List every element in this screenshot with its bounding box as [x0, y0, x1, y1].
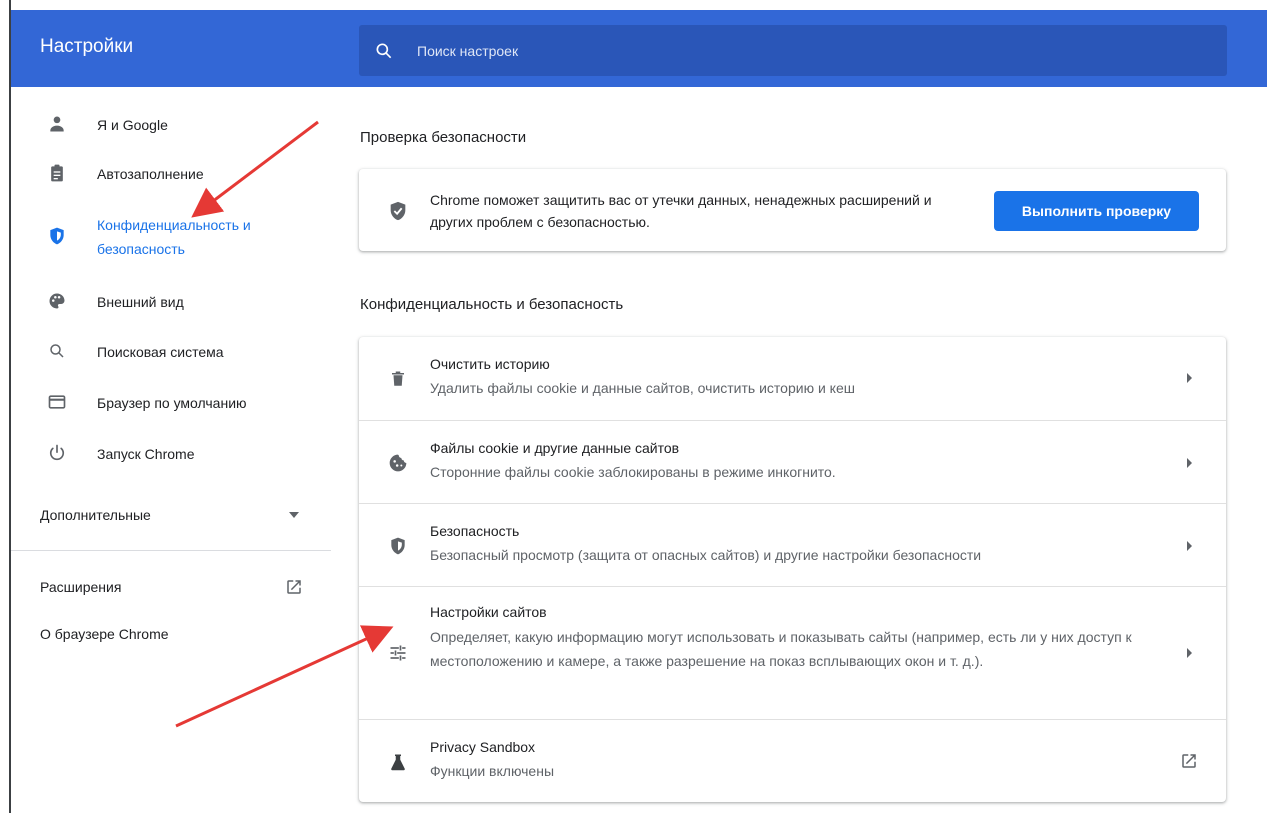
row-subtitle: Удалить файлы cookie и данные сайтов, оч…: [430, 380, 855, 396]
sidebar-item-appearance[interactable]: Внешний вид: [11, 290, 331, 320]
row-title: Файлы cookie и другие данные сайтов: [430, 440, 680, 456]
row-subtitle: Сторонние файлы cookie заблокированы в р…: [430, 464, 836, 480]
privacy-settings-list: Очистить историю Удалить файлы cookie и …: [359, 337, 1226, 802]
privacy-sandbox-row[interactable]: Privacy Sandbox Функции включены: [359, 719, 1226, 802]
sidebar-item-default-browser[interactable]: Браузер по умолчанию: [11, 391, 331, 421]
shield-icon: [46, 225, 68, 247]
chevron-right-icon: [1187, 541, 1192, 551]
run-safety-check-button[interactable]: Выполнить проверку: [994, 191, 1199, 231]
sidebar-item-search-engine[interactable]: Поисковая система: [11, 340, 331, 370]
row-title: Privacy Sandbox: [430, 739, 536, 755]
clear-browsing-data-row[interactable]: Очистить историю Удалить файлы cookie и …: [359, 337, 1226, 420]
chevron-right-icon: [1187, 458, 1192, 468]
search-icon: [46, 340, 68, 362]
open-in-new-icon: [287, 580, 301, 594]
clipboard-icon: [46, 162, 68, 184]
safety-check-title: Проверка безопасности: [360, 129, 527, 146]
settings-header: Настройки Поиск настроек: [11, 10, 1267, 87]
open-in-new-icon: [1182, 754, 1196, 768]
advanced-label: Дополнительные: [40, 507, 151, 523]
power-icon: [46, 442, 68, 464]
palette-icon: [46, 290, 68, 312]
sidebar-item-advanced[interactable]: Дополнительные: [11, 503, 331, 533]
row-subtitle: Определяет, какую информацию могут испол…: [430, 629, 1132, 669]
sidebar-item-about-chrome[interactable]: О браузере Chrome: [40, 626, 169, 642]
sidebar-item-you-and-google[interactable]: Я и Google: [11, 113, 331, 143]
sidebar-item-label: Поисковая система: [97, 344, 224, 360]
sidebar-item-autofill[interactable]: Автозаполнение: [11, 162, 331, 192]
row-subtitle: Функции включены: [430, 763, 555, 779]
chevron-right-icon: [1187, 373, 1192, 383]
search-icon: [376, 43, 392, 59]
person-icon: [46, 113, 68, 135]
sidebar-item-on-startup[interactable]: Запуск Chrome: [11, 442, 331, 472]
sidebar-item-label: Автозаполнение: [97, 166, 204, 182]
row-title: Безопасность: [430, 523, 520, 539]
sidebar: Я и Google Автозаполнение Конфиденциальн…: [11, 87, 331, 813]
sidebar-item-label: Браузер по умолчанию: [97, 395, 247, 411]
sidebar-divider: [11, 550, 331, 551]
shield-check-icon: [390, 201, 406, 221]
privacy-section-title: Конфиденциальность и безопасность: [360, 296, 624, 313]
extensions-label: Расширения: [40, 579, 122, 595]
flask-icon: [387, 751, 409, 773]
cookies-row[interactable]: Файлы cookie и другие данные сайтов Стор…: [359, 420, 1226, 503]
sidebar-item-privacy[interactable]: Конфиденциальность и безопасность: [11, 213, 331, 263]
row-subtitle: Безопасный просмотр (защита от опасных с…: [430, 547, 982, 563]
browser-icon: [46, 391, 68, 413]
chevron-down-icon: [289, 512, 299, 518]
safety-check-card: Chrome поможет защитить вас от утечки да…: [359, 169, 1226, 251]
trash-icon: [387, 368, 409, 390]
chevron-right-icon: [1187, 648, 1192, 658]
safety-check-description: Chrome поможет защитить вас от утечки да…: [430, 192, 932, 230]
sidebar-item-label: Конфиденциальность и безопасность: [97, 217, 251, 257]
page-title: Настройки: [40, 36, 134, 57]
sidebar-item-label: Внешний вид: [97, 294, 184, 310]
search-input[interactable]: Поиск настроек: [359, 25, 1227, 76]
tune-icon: [387, 642, 409, 664]
sidebar-item-label: Запуск Chrome: [97, 446, 195, 462]
row-title: Очистить историю: [430, 356, 550, 372]
sidebar-item-extensions[interactable]: Расширения: [11, 575, 331, 605]
security-row[interactable]: Безопасность Безопасный просмотр (защита…: [359, 503, 1226, 586]
row-title: Настройки сайтов: [430, 604, 547, 620]
search-placeholder: Поиск настроек: [417, 43, 519, 59]
sidebar-item-label: Я и Google: [97, 117, 168, 133]
shield-icon: [387, 535, 409, 557]
cookie-icon: [387, 452, 409, 474]
site-settings-row[interactable]: Настройки сайтов Определяет, какую инфор…: [359, 586, 1226, 719]
